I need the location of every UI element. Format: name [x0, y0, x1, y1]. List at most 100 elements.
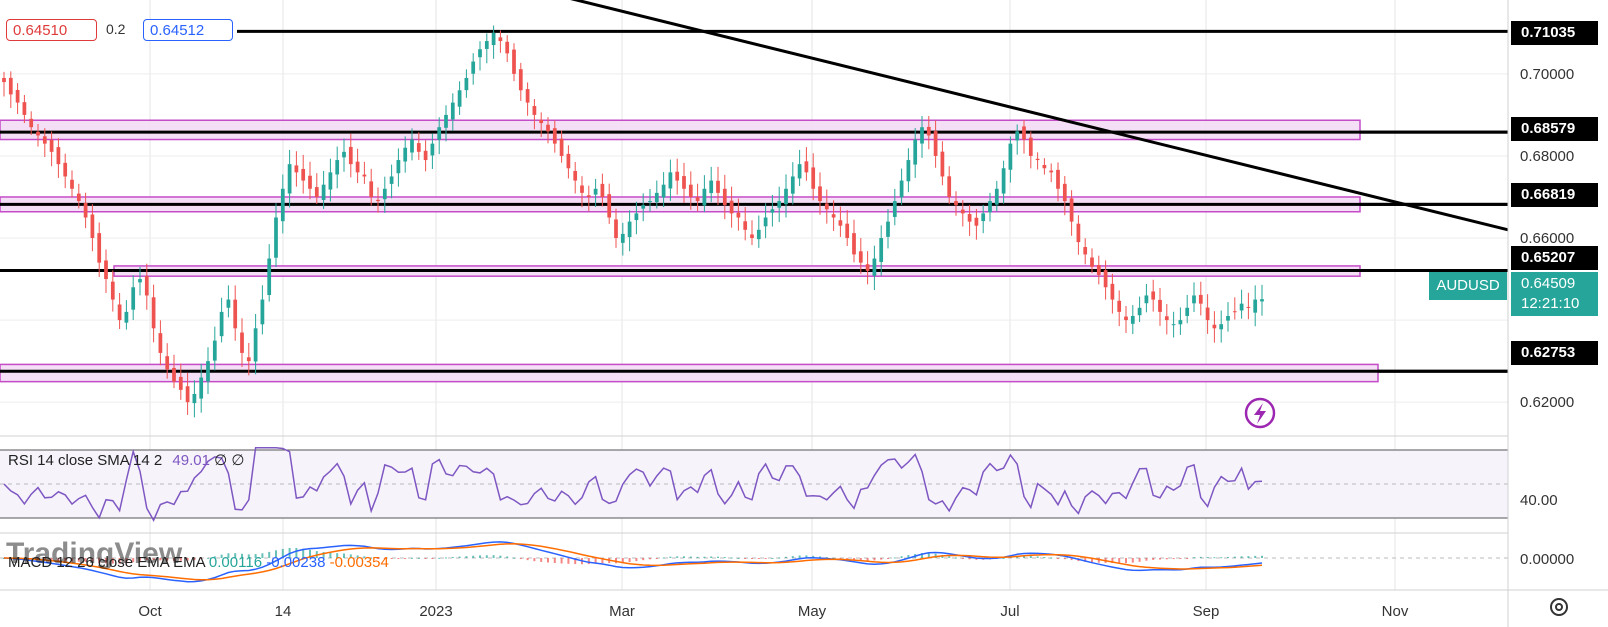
candle-body: [1062, 183, 1067, 202]
candle-body: [525, 89, 530, 103]
x-tick-label: Nov: [1382, 603, 1409, 620]
candle-body: [804, 161, 809, 173]
candle-body: [178, 376, 183, 390]
candle-body: [729, 200, 734, 214]
candle-body: [1015, 131, 1020, 141]
candle-body: [240, 332, 244, 353]
candle-body: [1117, 300, 1122, 312]
macd-histogram-bar: [1043, 557, 1046, 559]
candle-body: [960, 209, 965, 214]
candle-body: [695, 197, 700, 202]
macd-histogram-bar: [730, 557, 733, 559]
candle-body: [328, 172, 333, 190]
macd-line-value: -0.00238: [266, 554, 326, 571]
macd-histogram-bar: [1125, 558, 1127, 564]
candle-body: [342, 151, 346, 158]
candle-body: [1130, 315, 1135, 324]
candle-body: [763, 217, 768, 227]
candle-body: [702, 188, 707, 206]
rsi-legend[interactable]: RSI 14 close SMA 14 2 49.01 ∅ ∅: [8, 451, 244, 469]
macd-histogram-bar: [431, 558, 434, 559]
settings-gear-icon[interactable]: [1550, 598, 1568, 616]
candle-body: [566, 153, 571, 169]
trendline[interactable]: [460, 0, 1509, 232]
macd-histogram-bar: [846, 558, 849, 559]
candle-body: [124, 311, 129, 323]
y-tick-label: 0.70000: [1520, 66, 1574, 83]
candle-body: [688, 184, 693, 197]
symbol-tag: AUDUSD: [1429, 272, 1507, 300]
x-tick-label: 2023: [419, 603, 452, 620]
candle-body: [450, 102, 455, 120]
bar-countdown: 12:21:10: [1521, 295, 1580, 312]
candle-body: [899, 180, 904, 198]
candle-body: [620, 233, 625, 243]
candle-body: [981, 213, 986, 222]
candle-body: [586, 195, 591, 197]
macd-histogram-bar: [1247, 556, 1250, 558]
candle-body: [1028, 137, 1033, 156]
candle-body: [920, 127, 924, 144]
macd-histogram-bar: [479, 555, 481, 558]
macd-histogram-bar: [791, 556, 794, 558]
candle-body: [314, 187, 319, 197]
macd-histogram-bar: [1057, 558, 1059, 559]
candle-body: [138, 279, 142, 283]
macd-histogram-bar: [669, 556, 672, 558]
candle-body: [750, 234, 754, 239]
macd-histogram-bar: [696, 556, 699, 558]
candle-body: [117, 304, 122, 321]
macd-histogram-bar: [737, 557, 740, 559]
candle-body: [382, 188, 387, 200]
candle-body: [682, 176, 686, 189]
candle-body: [437, 127, 442, 140]
candle-body: [1008, 143, 1013, 170]
candle-body: [1205, 307, 1210, 321]
macd-legend[interactable]: MACD 12 26 close EMA EMA 0.00116 -0.0023…: [8, 554, 389, 571]
candle-body: [784, 188, 788, 205]
macd-histogram-bar: [533, 558, 536, 562]
macd-histogram-bar: [771, 557, 774, 559]
candle-body: [552, 128, 557, 144]
candle-body: [1185, 307, 1190, 316]
y-tick-label: 0.62000: [1520, 394, 1574, 411]
lightning-alert-icon[interactable]: [1244, 397, 1276, 429]
candle-body: [63, 162, 68, 177]
candle-body: [267, 258, 272, 296]
rsi-na-1: ∅: [214, 452, 228, 469]
macd-histogram-bar: [887, 558, 889, 559]
candle-body: [872, 258, 877, 276]
level-tag-62753: 0.62753: [1511, 341, 1598, 365]
candle-body: [1022, 126, 1026, 140]
candle-body: [498, 37, 503, 42]
candle-body: [491, 32, 496, 46]
buy-price-button[interactable]: 0.64512: [143, 19, 233, 41]
macd-histogram-bar: [1186, 558, 1189, 559]
macd-histogram-bar: [866, 558, 869, 561]
candle-body: [335, 160, 340, 175]
candle-body: [648, 201, 652, 203]
rsi-value: 49.01: [172, 452, 210, 469]
candle-body: [634, 213, 639, 221]
macd-label: MACD 12 26 close EMA EMA: [8, 554, 205, 571]
current-price-tag: 0.64509 12:21:10: [1511, 272, 1598, 316]
sell-price-button[interactable]: 0.64510: [6, 19, 97, 41]
level-tag-68579: 0.68579: [1511, 117, 1598, 141]
candle-body: [110, 281, 115, 300]
macd-histogram-bar: [900, 556, 903, 558]
candle-body: [1144, 295, 1149, 304]
macd-histogram-bar: [438, 557, 441, 559]
candle-body: [464, 77, 469, 91]
candle-body: [403, 147, 408, 162]
macd-histogram-bar: [1172, 558, 1175, 560]
macd-histogram-bar: [1165, 558, 1168, 560]
candle-body: [580, 185, 584, 193]
price-chart[interactable]: 0.70000 0.68000 0.66000 0.62000 40.00 0.00000…: [0, 0, 1608, 627]
macd-histogram-bar: [642, 558, 645, 561]
macd-histogram-bar: [390, 558, 393, 559]
macd-histogram-bar: [553, 558, 556, 564]
candle-body: [104, 260, 108, 280]
candle-body: [29, 118, 34, 128]
candle-body: [416, 143, 421, 152]
x-tick-label: Sep: [1193, 603, 1220, 620]
